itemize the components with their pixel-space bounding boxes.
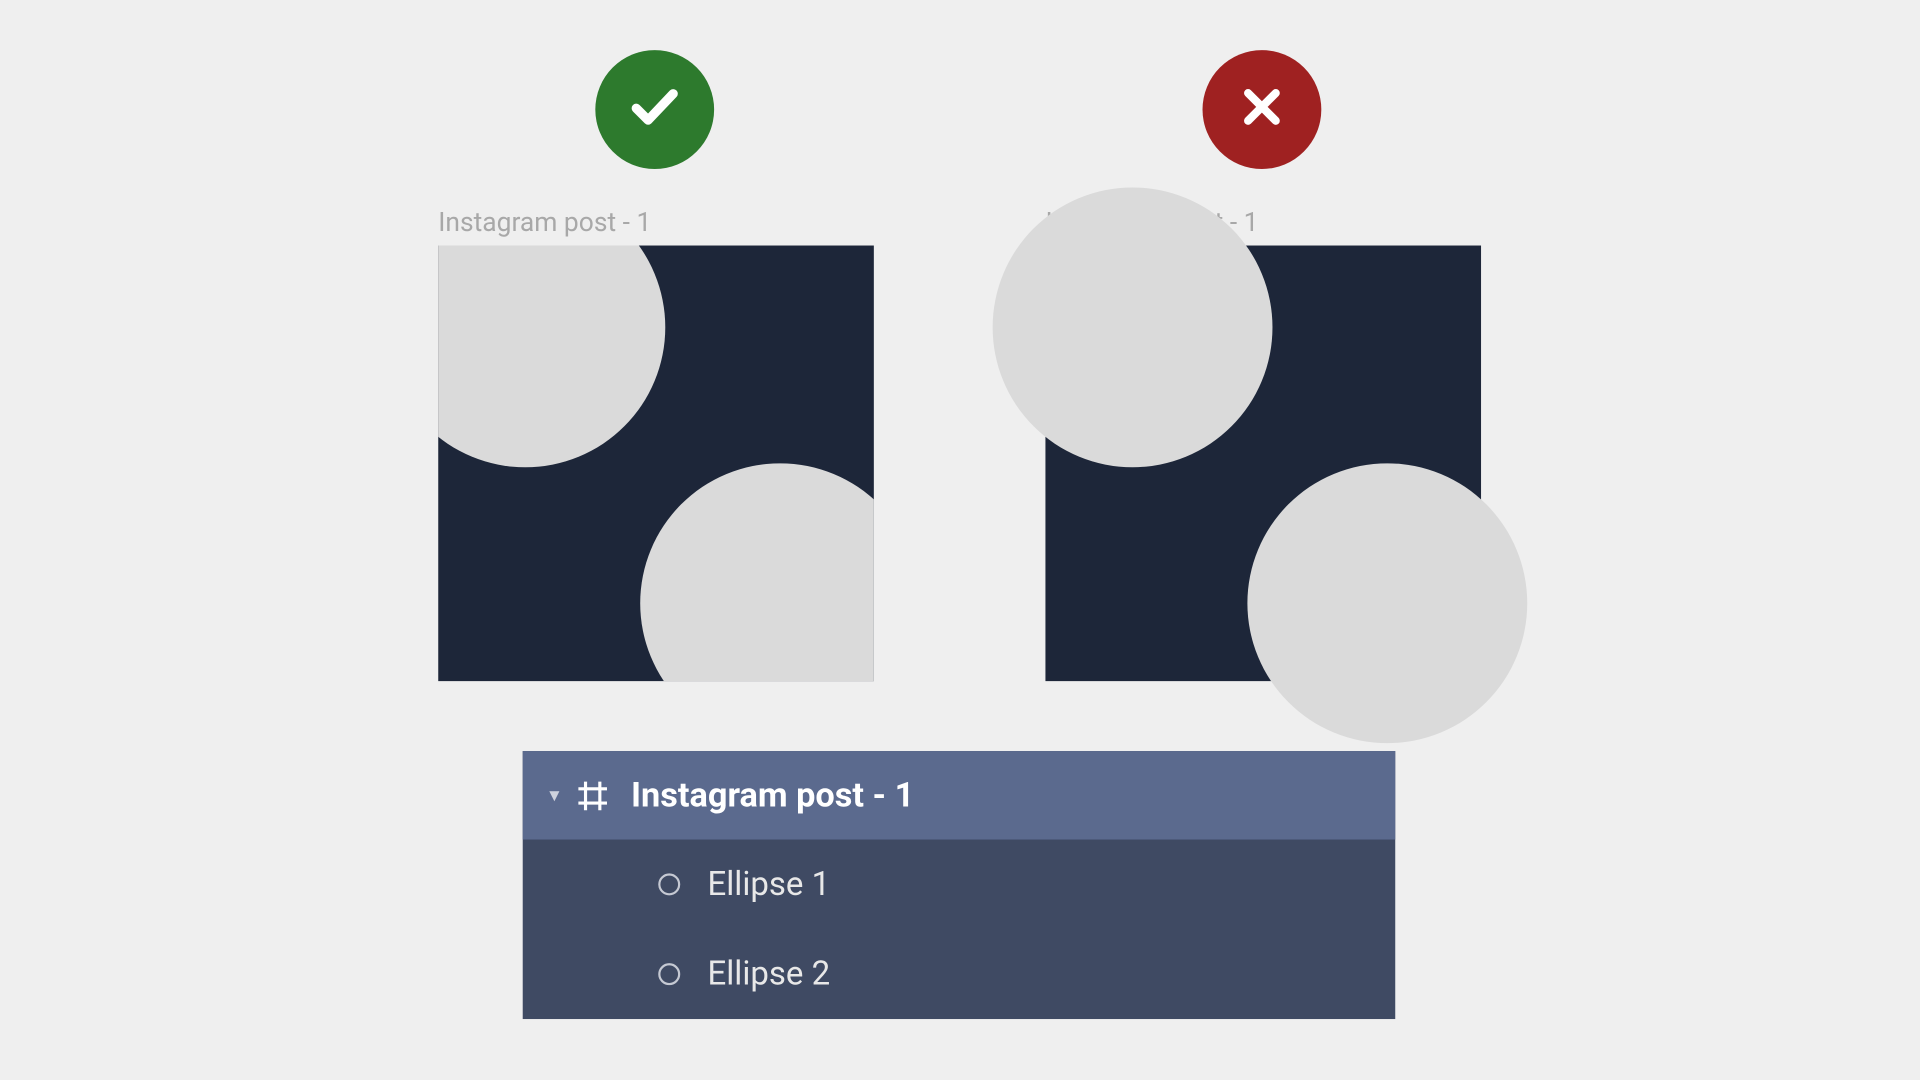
check-icon: [623, 75, 686, 144]
ellipse-icon: [649, 871, 689, 897]
layer-row-frame[interactable]: ▼ Instagram post - 1: [523, 751, 1396, 839]
layer-label: Ellipse 2: [708, 955, 831, 993]
layer-row-ellipse[interactable]: Ellipse 1: [523, 840, 1396, 930]
frame-correct: [438, 246, 874, 682]
layers-panel: ▼ Instagram post - 1 Ellipse 1 El: [523, 751, 1396, 1019]
wrong-badge: [1203, 50, 1322, 169]
frame-label-left: Instagram post - 1: [438, 206, 651, 238]
layer-label: Instagram post - 1: [631, 776, 914, 816]
cross-icon: [1234, 79, 1289, 140]
frame-icon: [568, 778, 618, 812]
layer-row-ellipse[interactable]: Ellipse 2: [523, 929, 1396, 1019]
ellipse-shape: [1247, 463, 1527, 743]
correct-badge: [595, 50, 714, 169]
ellipse-shape: [438, 246, 665, 468]
ellipse-shape: [640, 463, 874, 681]
layer-label: Ellipse 1: [708, 865, 831, 903]
ellipse-icon: [649, 961, 689, 987]
ellipse-shape: [993, 187, 1273, 467]
chevron-down-icon[interactable]: ▼: [541, 785, 567, 806]
